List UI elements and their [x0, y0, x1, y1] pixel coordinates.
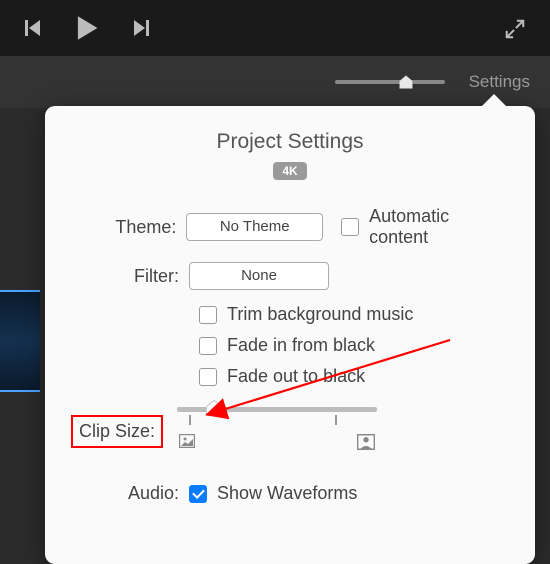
automatic-content-label: Automatic content: [369, 206, 509, 248]
show-waveforms-label: Show Waveforms: [217, 483, 357, 504]
clip-size-slider[interactable]: [177, 407, 377, 412]
theme-select[interactable]: No Theme: [186, 213, 323, 241]
clip-size-scale-icons: [177, 434, 377, 455]
thumbnail-small-icon: [179, 434, 195, 455]
fade-out-label: Fade out to black: [227, 366, 365, 387]
settings-bar: Settings: [0, 56, 550, 108]
audio-row: Audio: Show Waveforms: [71, 483, 509, 504]
fade-out-option: Fade out to black: [199, 366, 509, 387]
popover-arrow: [480, 94, 508, 108]
fade-in-checkbox[interactable]: [199, 337, 217, 355]
skip-back-icon[interactable]: [24, 19, 42, 37]
trim-bg-checkbox[interactable]: [199, 306, 217, 324]
fullscreen-icon[interactable]: [504, 18, 526, 45]
slider-tick-max: [335, 415, 337, 425]
clip-size-label: Clip Size:: [71, 415, 163, 448]
play-controls: [24, 15, 150, 41]
panel-title: Project Settings: [71, 130, 509, 154]
automatic-content-checkbox[interactable]: [341, 218, 359, 236]
resolution-badge: 4K: [273, 162, 307, 180]
clip-size-thumb-icon[interactable]: [203, 397, 225, 419]
show-waveforms-option: Show Waveforms: [189, 483, 357, 504]
playback-toolbar: [0, 0, 550, 56]
settings-button[interactable]: Settings: [469, 72, 530, 92]
project-settings-panel: Project Settings 4K Theme: No Theme Auto…: [45, 106, 535, 564]
audio-label: Audio:: [71, 483, 189, 504]
play-icon[interactable]: [74, 15, 100, 41]
filter-select[interactable]: None: [189, 262, 329, 290]
zoom-slider[interactable]: [335, 80, 445, 84]
playback-options: Trim background music Fade in from black…: [199, 304, 509, 387]
theme-row: Theme: No Theme Automatic content: [71, 206, 509, 248]
trim-bg-label: Trim background music: [227, 304, 413, 325]
automatic-content-option: Automatic content: [341, 206, 509, 248]
zoom-slider-thumb-icon[interactable]: [397, 73, 415, 91]
fade-in-option: Fade in from black: [199, 335, 509, 356]
timeline-clip-thumbnail[interactable]: [0, 290, 40, 392]
theme-label: Theme:: [71, 217, 186, 238]
thumbnail-large-icon: [357, 434, 375, 455]
slider-tick-min: [189, 415, 191, 425]
clip-size-row: Clip Size:: [71, 407, 509, 455]
trim-bg-option: Trim background music: [199, 304, 509, 325]
clip-size-slider-wrap: [177, 407, 509, 455]
filter-row: Filter: None: [71, 262, 509, 290]
filter-label: Filter:: [71, 266, 189, 287]
show-waveforms-checkbox[interactable]: [189, 485, 207, 503]
fade-out-checkbox[interactable]: [199, 368, 217, 386]
fade-in-label: Fade in from black: [227, 335, 375, 356]
skip-forward-icon[interactable]: [132, 19, 150, 37]
